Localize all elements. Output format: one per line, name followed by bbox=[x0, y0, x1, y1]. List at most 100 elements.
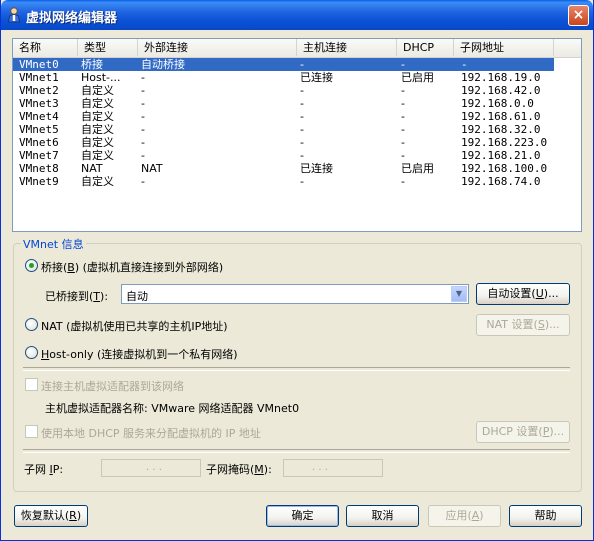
cell-name: VMnet3 bbox=[19, 97, 59, 110]
adapter-name-label: 主机虚拟适配器名称: VMware 网络适配器 VMnet0 bbox=[45, 402, 300, 415]
virtual-network-editor-window: 虚拟网络编辑器 × 名称 类型 外部连接 主机连接 DHCP 子网地址 VMne… bbox=[0, 0, 594, 541]
cell-name: VMnet5 bbox=[19, 123, 59, 136]
cell-subnet: 192.168.19.0 bbox=[461, 71, 541, 84]
bridged-label[interactable]: 桥接(B) (虚拟机直接连接到外部网络) bbox=[41, 259, 223, 275]
subnet-mask-label: 子网掩码(M): bbox=[206, 463, 272, 476]
cell-external: 自动桥接 bbox=[141, 58, 185, 71]
cell-external: - bbox=[141, 175, 145, 188]
cell-dhcp: - bbox=[401, 136, 405, 149]
table-row[interactable]: VMnet7 自定义 - - - 192.168.21.0 bbox=[13, 149, 554, 162]
subnet-mask-dots: . . . bbox=[312, 462, 328, 473]
cell-host: - bbox=[300, 58, 304, 71]
nat-label[interactable]: NAT (虚拟机使用已共享的主机IP地址) bbox=[41, 318, 228, 334]
cell-type: 自定义 bbox=[81, 97, 114, 110]
cell-external: - bbox=[141, 110, 145, 123]
nat-settings-button[interactable]: NAT 设置(S)... bbox=[476, 314, 570, 336]
cell-host: - bbox=[300, 110, 304, 123]
table-row[interactable]: VMnet6 自定义 - - - 192.168.223.0 bbox=[13, 136, 554, 149]
cell-dhcp: - bbox=[401, 123, 405, 136]
cell-host: - bbox=[300, 175, 304, 188]
table-row[interactable]: VMnet8 NAT NAT 已连接 已启用 192.168.100.0 bbox=[13, 162, 554, 175]
cell-name: VMnet8 bbox=[19, 162, 59, 175]
divider bbox=[23, 449, 570, 453]
subnet-ip-input[interactable]: . . . bbox=[101, 459, 201, 477]
table-body: VMnet0 桥接 自动桥接 - - - VMnet1 Host-... - 已连接 已启用 192.… bbox=[13, 58, 581, 188]
table-row[interactable]: VMnet4 自定义 - - - 192.168.61.0 bbox=[13, 110, 554, 123]
connect-adapter-label: 连接主机虚拟适配器到该网络 bbox=[41, 380, 184, 393]
cell-type: 自定义 bbox=[81, 110, 114, 123]
cell-dhcp: - bbox=[401, 84, 405, 97]
cell-subnet: 192.168.0.0 bbox=[461, 97, 534, 110]
cell-dhcp: - bbox=[401, 58, 405, 71]
cell-type: 自定义 bbox=[81, 84, 114, 97]
cell-type: 自定义 bbox=[81, 136, 114, 149]
chevron-down-icon[interactable]: ▼ bbox=[451, 286, 467, 302]
dhcp-settings-button[interactable]: DHCP 设置(P)... bbox=[476, 421, 570, 443]
apply-button[interactable]: 应用(A) bbox=[428, 505, 501, 527]
cell-name: VMnet4 bbox=[19, 110, 59, 123]
help-button[interactable]: 帮助 bbox=[509, 505, 582, 527]
bridged-to-select[interactable]: 自动 ▼ bbox=[121, 284, 469, 304]
table-row[interactable]: VMnet5 自定义 - - - 192.168.32.0 bbox=[13, 123, 554, 136]
cell-subnet: 192.168.42.0 bbox=[461, 84, 541, 97]
close-button[interactable]: × bbox=[568, 5, 589, 26]
use-dhcp-checkbox[interactable] bbox=[25, 425, 38, 438]
ok-button[interactable]: 确定 bbox=[266, 505, 339, 527]
table-row[interactable]: VMnet3 自定义 - - - 192.168.0.0 bbox=[13, 97, 554, 110]
subnet-mask-input[interactable]: . . . bbox=[283, 459, 383, 477]
restore-defaults-button[interactable]: 恢复默认(R) bbox=[14, 505, 88, 527]
subnet-ip-dots: . . . bbox=[146, 462, 162, 473]
cell-type: 桥接 bbox=[81, 58, 103, 71]
nat-radio[interactable] bbox=[25, 318, 38, 331]
cell-external: NAT bbox=[141, 162, 163, 175]
cell-external: - bbox=[141, 84, 145, 97]
table-row[interactable]: VMnet1 Host-... - 已连接 已启用 192.168.19.0 bbox=[13, 71, 554, 84]
vmnet-table[interactable]: 名称 类型 外部连接 主机连接 DHCP 子网地址 VMnet0 桥接 自动桥接 - -… bbox=[12, 38, 582, 232]
bridged-radio[interactable] bbox=[25, 259, 38, 272]
column-header-external[interactable]: 外部连接 bbox=[138, 39, 297, 56]
cell-name: VMnet2 bbox=[19, 84, 59, 97]
title-bar[interactable]: 虚拟网络编辑器 × bbox=[1, 0, 593, 30]
cell-host: - bbox=[300, 136, 304, 149]
cell-type: 自定义 bbox=[81, 175, 114, 188]
column-header-name[interactable]: 名称 bbox=[13, 39, 78, 56]
column-header-host[interactable]: 主机连接 bbox=[297, 39, 397, 56]
close-icon: × bbox=[572, 7, 585, 23]
cell-dhcp: 已启用 bbox=[401, 71, 434, 84]
vmnet-info-title: VMnet 信息 bbox=[21, 236, 86, 252]
cell-subnet: 192.168.100.0 bbox=[461, 162, 548, 175]
cell-subnet: 192.168.223.0 bbox=[461, 136, 548, 149]
auto-settings-button[interactable]: 自动设置(U)... bbox=[476, 283, 570, 305]
table-row[interactable]: VMnet9 自定义 - - - 192.168.74.0 bbox=[13, 175, 554, 188]
cell-dhcp: - bbox=[401, 175, 405, 188]
cell-subnet: - bbox=[461, 58, 468, 71]
cell-host: 已连接 bbox=[300, 71, 333, 84]
cell-subnet: 192.168.32.0 bbox=[461, 123, 541, 136]
window-title: 虚拟网络编辑器 bbox=[26, 11, 118, 26]
cell-host: - bbox=[300, 97, 304, 110]
cell-host: - bbox=[300, 149, 304, 162]
cell-type: 自定义 bbox=[81, 149, 114, 162]
cell-external: - bbox=[141, 97, 145, 110]
cell-type: Host-... bbox=[81, 71, 121, 84]
cell-host: - bbox=[300, 84, 304, 97]
cell-dhcp: - bbox=[401, 110, 405, 123]
column-header-subnet[interactable]: 子网地址 bbox=[454, 39, 554, 56]
table-row[interactable]: VMnet0 桥接 自动桥接 - - - bbox=[13, 58, 554, 71]
connect-adapter-checkbox[interactable] bbox=[25, 378, 38, 391]
host-only-radio[interactable] bbox=[25, 346, 38, 359]
cell-type: NAT bbox=[81, 162, 103, 175]
divider bbox=[23, 367, 570, 371]
host-only-label[interactable]: Host-only (连接虚拟机到一个私有网络) bbox=[41, 346, 238, 362]
cell-external: - bbox=[141, 149, 145, 162]
cell-name: VMnet7 bbox=[19, 149, 59, 162]
table-row[interactable]: VMnet2 自定义 - - - 192.168.42.0 bbox=[13, 84, 554, 97]
cell-external: - bbox=[141, 136, 145, 149]
cancel-button[interactable]: 取消 bbox=[346, 505, 419, 527]
network-user-icon bbox=[8, 7, 20, 23]
cell-host: 已连接 bbox=[300, 162, 333, 175]
column-header-dhcp[interactable]: DHCP bbox=[397, 39, 454, 56]
column-header-type[interactable]: 类型 bbox=[78, 39, 138, 56]
cell-external: - bbox=[141, 71, 145, 84]
cell-type: 自定义 bbox=[81, 123, 114, 136]
